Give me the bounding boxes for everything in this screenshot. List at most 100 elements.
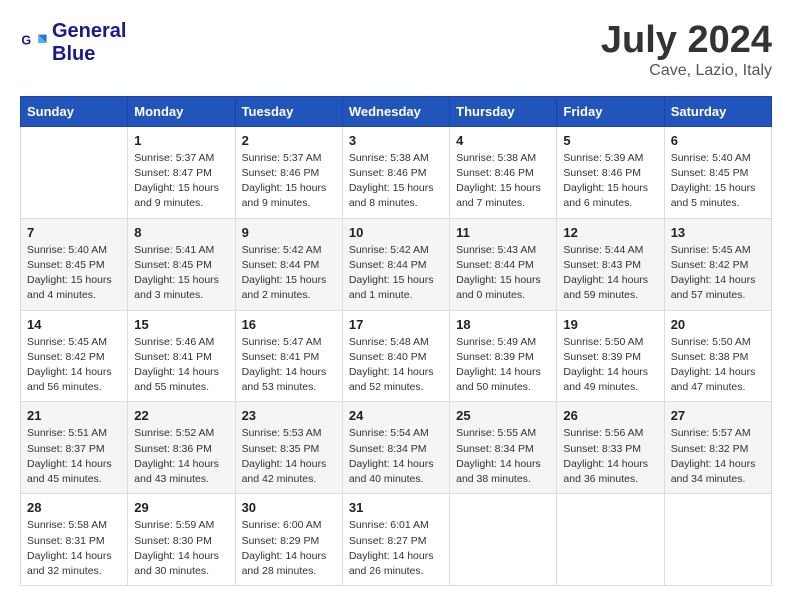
day-info: Sunrise: 5:48 AMSunset: 8:40 PMDaylight:… <box>349 335 443 396</box>
day-info: Sunrise: 5:50 AMSunset: 8:38 PMDaylight:… <box>671 335 765 396</box>
calendar-cell: 24 Sunrise: 5:54 AMSunset: 8:34 PMDayligh… <box>342 402 449 494</box>
day-number: 4 <box>456 133 550 148</box>
day-info: Sunrise: 5:40 AMSunset: 8:45 PMDaylight:… <box>671 151 765 212</box>
calendar-cell: 15Sunrise: 5:46 AMSunset: 8:41 PMDayligh… <box>128 310 235 402</box>
calendar-cell: 3 Sunrise: 5:38 AMSunset: 8:46 PMDaylight… <box>342 126 449 218</box>
day-number: 15 <box>134 317 228 332</box>
day-info: Sunrise: 6:01 AMSunset: 8:27 PMDaylight:… <box>349 518 443 579</box>
day-info: Sunrise: 6:00 AMSunset: 8:29 PMDaylight:… <box>242 518 336 579</box>
day-number: 8 <box>134 225 228 240</box>
calendar-cell: 5 Sunrise: 5:39 AMSunset: 8:46 PMDaylight… <box>557 126 664 218</box>
day-number: 3 <box>349 133 443 148</box>
day-info: Sunrise: 5:56 AMSunset: 8:33 PMDaylight:… <box>563 426 657 487</box>
calendar-cell: 9 Sunrise: 5:42 AMSunset: 8:44 PMDaylight… <box>235 218 342 310</box>
logo-icon: G <box>20 29 48 57</box>
day-info: Sunrise: 5:49 AMSunset: 8:39 PMDaylight:… <box>456 335 550 396</box>
day-info: Sunrise: 5:54 AMSunset: 8:34 PMDaylight:… <box>349 426 443 487</box>
logo-text: General Blue <box>52 20 126 66</box>
day-info: Sunrise: 5:45 AMSunset: 8:42 PMDaylight:… <box>671 243 765 304</box>
calendar-cell: 8 Sunrise: 5:41 AMSunset: 8:45 PMDaylight… <box>128 218 235 310</box>
calendar-cell: 1 Sunrise: 5:37 AMSunset: 8:47 PMDaylight… <box>128 126 235 218</box>
weekday-header: Wednesday <box>342 96 449 126</box>
svg-text:G: G <box>21 33 31 47</box>
calendar-cell: 11Sunrise: 5:43 AMSunset: 8:44 PMDayligh… <box>450 218 557 310</box>
calendar-cell: 14 Sunrise: 5:45 AMSunset: 8:42 PMDayligh… <box>21 310 128 402</box>
day-info: Sunrise: 5:44 AMSunset: 8:43 PMDaylight:… <box>563 243 657 304</box>
page-header: G General Blue July 2024 Cave, Lazio, It… <box>20 20 772 80</box>
calendar-cell: 28 Sunrise: 5:58 AMSunset: 8:31 PMDayligh… <box>21 494 128 586</box>
day-info: Sunrise: 5:51 AMSunset: 8:37 PMDaylight:… <box>27 426 121 487</box>
day-number: 30 <box>242 500 336 515</box>
calendar-cell: 22Sunrise: 5:52 AMSunset: 8:36 PMDayligh… <box>128 402 235 494</box>
calendar-cell <box>557 494 664 586</box>
calendar-week-row: 21 Sunrise: 5:51 AMSunset: 8:37 PMDayligh… <box>21 402 772 494</box>
calendar-cell: 18 Sunrise: 5:49 AMSunset: 8:39 PMDayligh… <box>450 310 557 402</box>
calendar-cell: 31 Sunrise: 6:01 AMSunset: 8:27 PMDayligh… <box>342 494 449 586</box>
day-info: Sunrise: 5:59 AMSunset: 8:30 PMDaylight:… <box>134 518 228 579</box>
calendar-cell: 12Sunrise: 5:44 AMSunset: 8:43 PMDayligh… <box>557 218 664 310</box>
day-number: 29 <box>134 500 228 515</box>
calendar-week-row: 28 Sunrise: 5:58 AMSunset: 8:31 PMDayligh… <box>21 494 772 586</box>
weekday-header: Sunday <box>21 96 128 126</box>
day-number: 23 <box>242 408 336 423</box>
day-number: 27 <box>671 408 765 423</box>
weekday-header: Tuesday <box>235 96 342 126</box>
day-number: 11 <box>456 225 550 240</box>
day-number: 19 <box>563 317 657 332</box>
weekday-header: Saturday <box>664 96 771 126</box>
calendar-table: SundayMondayTuesdayWednesdayThursdayFrid… <box>20 96 772 586</box>
day-info: Sunrise: 5:39 AMSunset: 8:46 PMDaylight:… <box>563 151 657 212</box>
day-info: Sunrise: 5:45 AMSunset: 8:42 PMDaylight:… <box>27 335 121 396</box>
calendar-cell: 13 Sunrise: 5:45 AMSunset: 8:42 PMDayligh… <box>664 218 771 310</box>
location-subtitle: Cave, Lazio, Italy <box>601 62 772 80</box>
calendar-cell: 27 Sunrise: 5:57 AMSunset: 8:32 PMDayligh… <box>664 402 771 494</box>
day-number: 18 <box>456 317 550 332</box>
day-number: 10 <box>349 225 443 240</box>
day-number: 1 <box>134 133 228 148</box>
day-number: 13 <box>671 225 765 240</box>
day-info: Sunrise: 5:55 AMSunset: 8:34 PMDaylight:… <box>456 426 550 487</box>
day-number: 14 <box>27 317 121 332</box>
weekday-header-row: SundayMondayTuesdayWednesdayThursdayFrid… <box>21 96 772 126</box>
calendar-cell: 16Sunrise: 5:47 AMSunset: 8:41 PMDayligh… <box>235 310 342 402</box>
calendar-cell: 25Sunrise: 5:55 AMSunset: 8:34 PMDayligh… <box>450 402 557 494</box>
day-number: 28 <box>27 500 121 515</box>
day-info: Sunrise: 5:52 AMSunset: 8:36 PMDaylight:… <box>134 426 228 487</box>
day-number: 2 <box>242 133 336 148</box>
day-number: 31 <box>349 500 443 515</box>
calendar-cell <box>21 126 128 218</box>
day-number: 26 <box>563 408 657 423</box>
day-info: Sunrise: 5:53 AMSunset: 8:35 PMDaylight:… <box>242 426 336 487</box>
calendar-cell: 29 Sunrise: 5:59 AMSunset: 8:30 PMDayligh… <box>128 494 235 586</box>
calendar-cell <box>664 494 771 586</box>
calendar-cell: 20Sunrise: 5:50 AMSunset: 8:38 PMDayligh… <box>664 310 771 402</box>
day-info: Sunrise: 5:38 AMSunset: 8:46 PMDaylight:… <box>349 151 443 212</box>
day-number: 16 <box>242 317 336 332</box>
calendar-cell: 7Sunrise: 5:40 AMSunset: 8:45 PMDaylight… <box>21 218 128 310</box>
day-info: Sunrise: 5:57 AMSunset: 8:32 PMDaylight:… <box>671 426 765 487</box>
calendar-cell: 30 Sunrise: 6:00 AMSunset: 8:29 PMDayligh… <box>235 494 342 586</box>
calendar-week-row: 14 Sunrise: 5:45 AMSunset: 8:42 PMDayligh… <box>21 310 772 402</box>
day-info: Sunrise: 5:37 AMSunset: 8:47 PMDaylight:… <box>134 151 228 212</box>
calendar-week-row: 1 Sunrise: 5:37 AMSunset: 8:47 PMDaylight… <box>21 126 772 218</box>
weekday-header: Friday <box>557 96 664 126</box>
calendar-cell: 23 Sunrise: 5:53 AMSunset: 8:35 PMDayligh… <box>235 402 342 494</box>
calendar-cell: 19Sunrise: 5:50 AMSunset: 8:39 PMDayligh… <box>557 310 664 402</box>
day-number: 9 <box>242 225 336 240</box>
weekday-header: Monday <box>128 96 235 126</box>
day-number: 7 <box>27 225 121 240</box>
day-number: 21 <box>27 408 121 423</box>
calendar-cell: 26 Sunrise: 5:56 AMSunset: 8:33 PMDayligh… <box>557 402 664 494</box>
day-info: Sunrise: 5:58 AMSunset: 8:31 PMDaylight:… <box>27 518 121 579</box>
day-info: Sunrise: 5:41 AMSunset: 8:45 PMDaylight:… <box>134 243 228 304</box>
title-block: July 2024 Cave, Lazio, Italy <box>601 20 772 80</box>
day-number: 5 <box>563 133 657 148</box>
calendar-cell: 6 Sunrise: 5:40 AMSunset: 8:45 PMDaylight… <box>664 126 771 218</box>
month-title: July 2024 <box>601 20 772 62</box>
calendar-cell: 21 Sunrise: 5:51 AMSunset: 8:37 PMDayligh… <box>21 402 128 494</box>
weekday-header: Thursday <box>450 96 557 126</box>
day-number: 24 <box>349 408 443 423</box>
day-number: 6 <box>671 133 765 148</box>
day-info: Sunrise: 5:42 AMSunset: 8:44 PMDaylight:… <box>242 243 336 304</box>
calendar-week-row: 7Sunrise: 5:40 AMSunset: 8:45 PMDaylight… <box>21 218 772 310</box>
